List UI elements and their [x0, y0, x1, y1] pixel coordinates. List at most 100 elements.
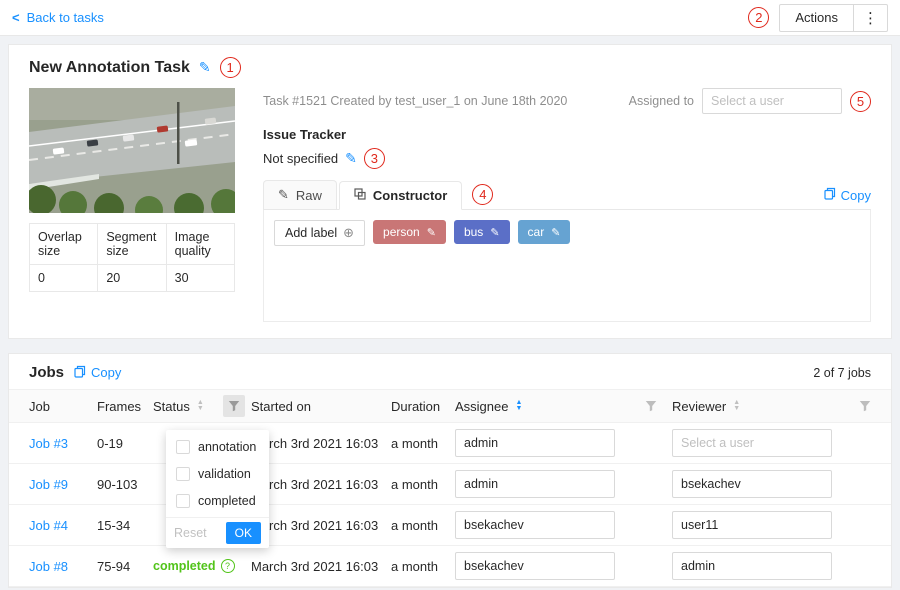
- filter-reset-button[interactable]: Reset: [174, 526, 207, 540]
- copy-icon: [74, 365, 86, 381]
- sort-reviewer-icon[interactable]: ▲▼: [733, 400, 740, 412]
- param-header-overlap: Overlap size: [30, 224, 98, 265]
- frames-cell: 15-34: [97, 518, 153, 533]
- copy-labels-link[interactable]: Copy: [824, 187, 871, 203]
- more-actions-button[interactable]: ⋮: [854, 4, 888, 32]
- column-header-frames: Frames: [97, 399, 153, 414]
- edit-issue-tracker-icon[interactable]: ✎: [345, 150, 357, 167]
- param-value-overlap: 0: [30, 265, 98, 292]
- param-header-segment: Segment size: [98, 224, 166, 265]
- status-filter-dropdown: annotation validation completed Reset OK: [166, 430, 269, 548]
- assignee-input[interactable]: [455, 429, 615, 457]
- reviewer-input[interactable]: [672, 429, 832, 457]
- label-tag-bus[interactable]: bus ✎: [454, 220, 510, 244]
- column-header-reviewer: Reviewer ▲▼: [672, 399, 850, 414]
- job-link[interactable]: Job #8: [29, 559, 68, 574]
- label-tag-car-name: car: [528, 225, 545, 239]
- table-row: Job #4 15-34 March 3rd 2021 16:03 a mont…: [9, 505, 891, 546]
- labels-tabs: ✎ Raw Constructor 4 Copy: [263, 180, 871, 210]
- reviewer-input[interactable]: [672, 511, 832, 539]
- annotation-circle-5: 5: [850, 91, 871, 112]
- issue-tracker-label: Issue Tracker: [263, 127, 871, 142]
- annotation-circle-3: 3: [364, 148, 385, 169]
- filter-ok-button[interactable]: OK: [226, 522, 261, 544]
- task-title: New Annotation Task: [29, 59, 190, 77]
- reviewer-filter-cell: [850, 395, 893, 417]
- frames-cell: 90-103: [97, 477, 153, 492]
- filter-option-validation[interactable]: validation: [166, 460, 269, 487]
- annotation-circle-2: 2: [748, 7, 769, 28]
- annotation-circle-4: 4: [472, 184, 493, 205]
- assignee-input[interactable]: [455, 552, 615, 580]
- tab-constructor[interactable]: Constructor: [339, 181, 462, 210]
- copy-jobs-link[interactable]: Copy: [74, 365, 121, 381]
- back-chevron-icon: <: [12, 10, 20, 25]
- assignee-filter-icon[interactable]: [640, 395, 662, 417]
- task-card: New Annotation Task ✎ 1: [8, 44, 892, 339]
- table-row: Job #9 90-103 March 3rd 2021 16:03 a mon…: [9, 464, 891, 505]
- tab-raw-label: Raw: [296, 188, 322, 203]
- reviewer-input[interactable]: [672, 552, 832, 580]
- label-tag-person[interactable]: person ✎: [373, 220, 446, 244]
- table-row: Job #3 0-19 March 3rd 2021 16:03 a month: [9, 423, 891, 464]
- plus-circle-icon: ⊕: [343, 225, 354, 241]
- add-label-button[interactable]: Add label ⊕: [274, 220, 365, 246]
- tab-raw[interactable]: ✎ Raw: [263, 180, 337, 209]
- duration-cell: a month: [391, 477, 455, 492]
- table-row: Job #8 75-94 completed ? March 3rd 2021 …: [9, 546, 891, 587]
- assigned-to-label: Assigned to: [629, 94, 694, 108]
- actions-button[interactable]: Actions: [779, 4, 854, 32]
- assignee-filter-cell: [630, 395, 672, 417]
- task-meta-text: Task #1521 Created by test_user_1 on Jun…: [263, 94, 567, 108]
- label-tag-person-name: person: [383, 225, 420, 239]
- issue-tracker-value: Not specified: [263, 151, 338, 166]
- checkbox-completed[interactable]: [176, 494, 190, 508]
- job-link[interactable]: Job #3: [29, 436, 68, 451]
- checkbox-validation[interactable]: [176, 467, 190, 481]
- param-header-quality: Image quality: [166, 224, 234, 265]
- filter-option-completed-label: completed: [198, 494, 256, 508]
- sort-assignee-icon[interactable]: ▲▼: [515, 400, 522, 412]
- actions-button-group: Actions ⋮: [779, 4, 888, 32]
- started-cell: March 3rd 2021 16:03: [251, 559, 391, 574]
- top-bar: < Back to tasks 2 Actions ⋮: [0, 0, 900, 36]
- task-preview-image: [29, 88, 235, 213]
- ellipsis-icon: ⋮: [863, 10, 878, 27]
- annotation-circle-1: 1: [220, 57, 241, 78]
- filter-option-validation-label: validation: [198, 467, 251, 481]
- reviewer-filter-icon[interactable]: [854, 395, 876, 417]
- duration-cell: a month: [391, 559, 455, 574]
- assignee-input[interactable]: [455, 511, 615, 539]
- edit-task-name-icon[interactable]: ✎: [199, 59, 211, 76]
- reviewer-input[interactable]: [672, 470, 832, 498]
- task-assignee-input[interactable]: [702, 88, 842, 114]
- started-cell: March 3rd 2021 16:03: [251, 518, 391, 533]
- filter-option-annotation[interactable]: annotation: [166, 433, 269, 460]
- checkbox-annotation[interactable]: [176, 440, 190, 454]
- filter-option-completed[interactable]: completed: [166, 487, 269, 514]
- pencil-icon: ✎: [278, 187, 289, 203]
- job-link[interactable]: Job #4: [29, 518, 68, 533]
- duration-cell: a month: [391, 436, 455, 451]
- column-header-status: Status ▲▼: [153, 399, 217, 414]
- status-filter-cell: [217, 395, 251, 417]
- edit-label-icon[interactable]: ✎: [551, 226, 560, 239]
- jobs-title: Jobs: [29, 364, 64, 381]
- column-header-job: Job: [9, 399, 97, 414]
- labels-constructor-area: Add label ⊕ person ✎ bus ✎ car ✎: [263, 210, 871, 322]
- duration-cell: a month: [391, 518, 455, 533]
- back-to-tasks-link[interactable]: < Back to tasks: [12, 10, 104, 25]
- block-icon: [354, 188, 366, 203]
- edit-label-icon[interactable]: ✎: [490, 226, 499, 239]
- job-link[interactable]: Job #9: [29, 477, 68, 492]
- sort-status-icon[interactable]: ▲▼: [197, 400, 204, 412]
- status-filter-icon[interactable]: [223, 395, 245, 417]
- task-params-table: Overlap size Segment size Image quality …: [29, 223, 235, 292]
- assignee-input[interactable]: [455, 470, 615, 498]
- label-tag-car[interactable]: car ✎: [518, 220, 571, 244]
- column-header-started: Started on: [251, 399, 391, 414]
- label-tag-bus-name: bus: [464, 225, 483, 239]
- edit-label-icon[interactable]: ✎: [427, 226, 436, 239]
- copy-jobs-label: Copy: [91, 365, 121, 380]
- status-help-icon[interactable]: ?: [221, 559, 235, 573]
